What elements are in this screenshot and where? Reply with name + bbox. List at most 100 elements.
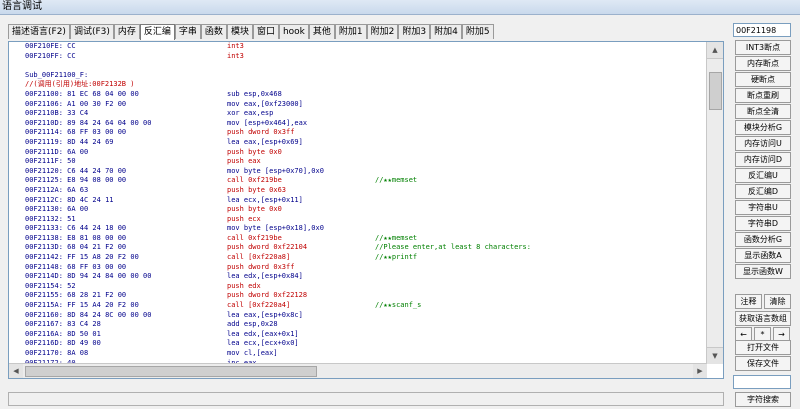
tab-attach-4[interactable]: 附加4: [430, 24, 462, 39]
code-line[interactable]: 00F21138: E8 81 08 00 00 call 0xf219be //★…: [9, 234, 707, 244]
comment-button[interactable]: 注释: [735, 294, 762, 309]
clear-breakpoints-button[interactable]: 断点全清: [735, 104, 791, 119]
code-instruction: call [0xf220a4]: [227, 301, 291, 310]
code-instruction: lea eax,[esp+0x8c]: [227, 310, 303, 319]
code-address: 00F21119: 8D 44 24 69: [25, 137, 114, 146]
string-d-button[interactable]: 字符串D: [735, 216, 791, 231]
tab-describe-language[interactable]: 描述语言(F2): [8, 24, 70, 39]
code-line[interactable]: 00F21154: 52 push edx: [9, 282, 707, 292]
scroll-left-icon[interactable]: ◀: [9, 364, 23, 378]
code-line[interactable]: 00F2112C: 8D 4C 24 11 lea ecx,[esp+0x11]: [9, 196, 707, 206]
string-u-button[interactable]: 字符串U: [735, 200, 791, 215]
int3-breakpoint-button[interactable]: INT3断点: [735, 40, 791, 55]
horizontal-scroll-thumb[interactable]: [25, 366, 317, 377]
tab-modules[interactable]: 模块: [226, 24, 253, 39]
code-line[interactable]: 00F21100: 81 EC 68 04 00 00 sub esp,0x468: [9, 90, 707, 100]
code-line[interactable]: 00F21132: 51 push ecx: [9, 215, 707, 225]
scroll-right-icon[interactable]: ▶: [693, 364, 707, 378]
show-functions-w-button[interactable]: 显示函数W: [735, 264, 791, 279]
code-instruction: lea ecx,[esp+0x11]: [227, 195, 303, 204]
code-instruction: push ecx: [227, 214, 261, 223]
disassemble-d-button[interactable]: 反汇编D: [735, 184, 791, 199]
clear-button[interactable]: 清除: [764, 294, 791, 309]
code-line[interactable]: //(调用(引用)地址:00F2132B ): [9, 80, 707, 90]
code-line[interactable]: 00F21130: 6A 00 push byte 0x0: [9, 205, 707, 215]
scroll-up-icon[interactable]: ▲: [707, 42, 723, 59]
disassembly-view[interactable]: 00F210FE: CC int3 00F210FF: CC int3 Sub_00F2…: [8, 41, 724, 379]
code-address: Sub_00F21100_F:: [25, 70, 89, 79]
code-line[interactable]: 00F2116D: 8D 49 00 lea ecx,[ecx+0x0]: [9, 339, 707, 349]
code-address: 00F21170: 8A 08: [25, 349, 89, 357]
tab-other[interactable]: 其他: [308, 24, 335, 39]
function-analysis-button[interactable]: 函数分析G: [735, 232, 791, 247]
code-line[interactable]: 00F21114: 68 FF 03 00 00 push dword 0x3ff: [9, 128, 707, 138]
code-line[interactable]: 00F2112A: 6A 63 push byte 0x63: [9, 186, 707, 196]
save-file-button[interactable]: 保存文件: [735, 356, 791, 371]
tab-attach-1[interactable]: 附加1: [334, 24, 367, 39]
code-address: 00F2115A: FF 15 A4 20 F2 00: [25, 301, 139, 310]
code-line[interactable]: 00F2111D: 6A 00 push byte 0x0: [9, 148, 707, 158]
show-functions-a-button[interactable]: 显示函数A: [735, 248, 791, 263]
code-line[interactable]: 00F21148: 68 FF 03 00 00 push dword 0x3ff: [9, 263, 707, 273]
address-field[interactable]: 00F21198: [733, 23, 791, 37]
tab-disassembly[interactable]: 反汇编: [139, 24, 175, 40]
disassembly-listing[interactable]: 00F210FE: CC int3 00F210FF: CC int3 Sub_00F2…: [9, 42, 707, 366]
code-line[interactable]: 00F2116A: 8D 50 01 lea edx,[eax+0x1]: [9, 330, 707, 340]
code-line[interactable]: 00F210FE: CC int3: [9, 42, 707, 52]
code-line[interactable]: 00F21120: C6 44 24 70 00 mov byte [esp+0x…: [9, 167, 707, 177]
code-line[interactable]: 00F21167: 83 C4 28 add esp,0x28: [9, 320, 707, 330]
tab-attach-2[interactable]: 附加2: [366, 24, 399, 39]
tab-strip: 描述语言(F2) 调试(F3) 内存 反汇编 字串 函数 模块 窗口 hook …: [8, 24, 494, 40]
open-file-button[interactable]: 打开文件: [735, 340, 791, 355]
tab-attach-3[interactable]: 附加3: [398, 24, 431, 39]
code-instruction: lea ecx,[ecx+0x0]: [227, 339, 299, 348]
hardware-breakpoint-button[interactable]: 硬断点: [735, 72, 791, 87]
string-search-button[interactable]: 字符搜索: [735, 392, 791, 407]
code-line[interactable]: 00F21142: FF 15 A8 20 F2 00 call [0xf220a…: [9, 253, 707, 263]
disassemble-u-button[interactable]: 反汇编U: [735, 168, 791, 183]
code-line[interactable]: 00F2113D: 68 04 21 F2 00 push dword 0xf22…: [9, 243, 707, 253]
code-address: 00F21167: 83 C4 28: [25, 320, 101, 329]
memory-breakpoint-button[interactable]: 内存断点: [735, 56, 791, 71]
code-line[interactable]: 00F210FF: CC int3: [9, 52, 707, 62]
code-instruction: call 0xf219be: [227, 233, 282, 242]
code-line[interactable]: 00F2110B: 33 C4 xor eax,esp: [9, 109, 707, 119]
tab-debug[interactable]: 调试(F3): [69, 24, 114, 39]
get-language-array-button[interactable]: 获取语言数组: [735, 311, 791, 326]
code-line[interactable]: Sub_00F21100_F:: [9, 71, 707, 81]
code-line[interactable]: 00F21106: A1 00 30 F2 00 mov eax,[0xf2300…: [9, 100, 707, 110]
code-line[interactable]: 00F2115A: FF 15 A4 20 F2 00 call [0xf220a…: [9, 301, 707, 311]
code-address: 00F21100: 81 EC 68 04 00 00: [25, 89, 139, 98]
tab-memory[interactable]: 内存: [113, 24, 140, 39]
code-address: 00F21130: 6A 00: [25, 205, 89, 214]
module-analysis-button[interactable]: 模块分析G: [735, 120, 791, 135]
tab-windows[interactable]: 窗口: [252, 24, 279, 39]
code-line[interactable]: 00F21133: C6 44 24 18 00 mov byte [esp+0x…: [9, 224, 707, 234]
code-address: 00F210FE: CC: [25, 42, 76, 50]
vertical-scroll-thumb[interactable]: [709, 72, 722, 110]
vertical-scrollbar[interactable]: ▲ ▼: [706, 42, 723, 364]
scroll-down-icon[interactable]: ▼: [707, 347, 723, 364]
tab-hook[interactable]: hook: [278, 24, 309, 39]
code-line[interactable]: 00F21119: 8D 44 24 69 lea eax,[esp+0x69]: [9, 138, 707, 148]
tab-functions[interactable]: 函数: [200, 24, 227, 39]
code-address: 00F2113D: 68 04 21 F2 00: [25, 243, 127, 252]
tab-strings[interactable]: 字串: [174, 24, 201, 39]
string-search-input[interactable]: [733, 375, 791, 389]
code-address: 00F2114D: 8D 94 24 84 00 00 00: [25, 272, 152, 281]
memory-access-d-button[interactable]: 内存访问D: [735, 152, 791, 167]
horizontal-scrollbar[interactable]: ◀ ▶: [9, 363, 707, 378]
refresh-breakpoints-button[interactable]: 断点重刷: [735, 88, 791, 103]
memory-access-u-button[interactable]: 内存访问U: [735, 136, 791, 151]
code-line[interactable]: 00F2110D: 89 84 24 64 04 00 00 mov [esp+0…: [9, 119, 707, 129]
code-address: 00F2116D: 8D 49 00: [25, 339, 101, 348]
code-line[interactable]: [9, 61, 707, 71]
code-instruction: push byte 0x0: [227, 205, 282, 214]
code-line[interactable]: 00F21170: 8A 08 mov cl,[eax]: [9, 349, 707, 359]
code-line[interactable]: 00F2111F: 50 push eax: [9, 157, 707, 167]
code-line[interactable]: 00F21155: 68 28 21 F2 00 push dword 0xf22…: [9, 291, 707, 301]
code-line[interactable]: 00F21125: E8 94 08 00 00 call 0xf219be //★…: [9, 176, 707, 186]
code-line[interactable]: 00F2114D: 8D 94 24 84 00 00 00 lea edx,[e…: [9, 272, 707, 282]
code-line[interactable]: 00F21160: 8D 84 24 8C 00 00 00 lea eax,[e…: [9, 311, 707, 321]
tab-attach-5[interactable]: 附加5: [461, 24, 494, 39]
